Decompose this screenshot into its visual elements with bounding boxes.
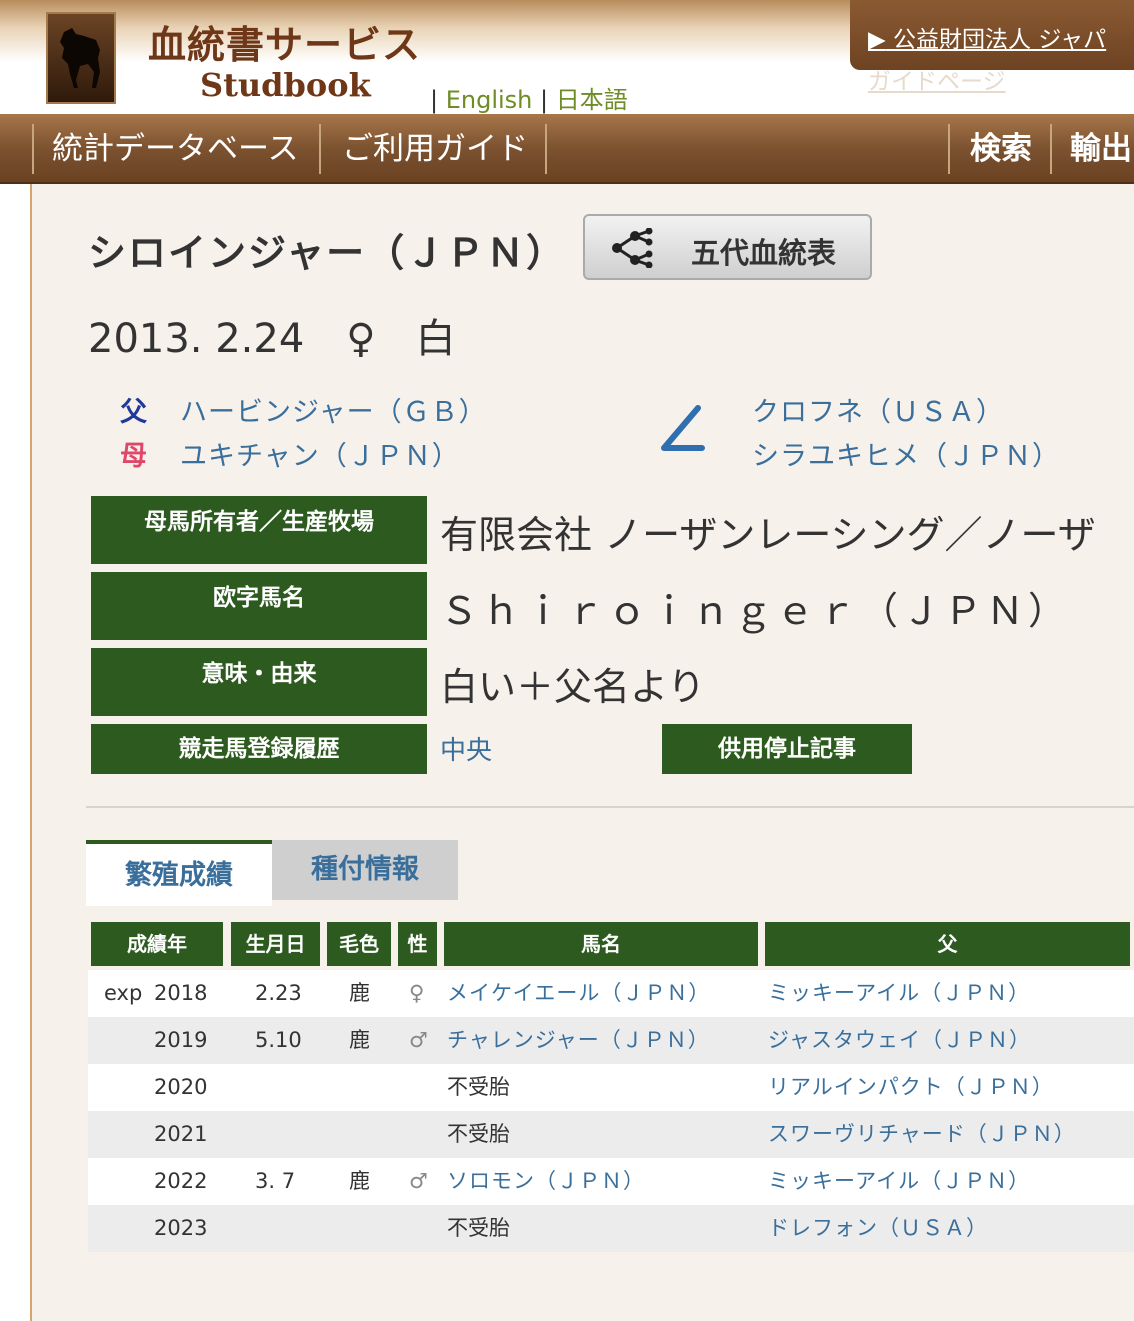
sire-label: 父 xyxy=(120,397,147,428)
row-sire-link[interactable]: ミッキーアイル（ＪＰＮ） xyxy=(768,970,1030,1017)
table-row: 2023 不受胎 ドレフォン（ＵＳＡ） xyxy=(88,1205,1134,1252)
col-header-birthdate: 生月日 xyxy=(231,922,320,966)
lang-english-link[interactable]: English xyxy=(446,86,533,114)
row-prefix: exp xyxy=(104,981,143,1005)
row-year: 2021 xyxy=(154,1122,208,1146)
row-sire-link[interactable]: ミッキーアイル（ＪＰＮ） xyxy=(768,1158,1030,1205)
dam-label: 母 xyxy=(120,441,147,472)
birth-date: 2013. 2.24 xyxy=(88,316,305,362)
row-horse-link[interactable]: ソロモン（ＪＰＮ） xyxy=(447,1158,645,1205)
nav-item-guide[interactable]: ご利用ガイド xyxy=(342,114,528,182)
horse-logo-icon[interactable] xyxy=(46,12,116,104)
sex-symbol: ♀ xyxy=(346,316,376,362)
row-birthdate: 3. 7 xyxy=(255,1169,296,1193)
broodmare-sire-angle-icon xyxy=(661,405,705,451)
sire-link[interactable]: ハービンジャー（ＧＢ） xyxy=(180,390,487,429)
row-birthdate: 2.23 xyxy=(255,981,302,1005)
english-name-value: Ｓｈｉｒｏｉｎｇｅｒ（ＪＰＮ） xyxy=(440,589,1071,633)
tab-breeding-record[interactable]: 繁殖成績 xyxy=(86,840,272,906)
meaning-origin-value: 白い＋父名より xyxy=(440,665,706,709)
nav-item-statistics[interactable]: 統計データベース xyxy=(52,114,298,182)
table-row: exp 2018 2.23 鹿 ♀ メイケイエール（ＪＰＮ） ミッキーアイル（Ｊ… xyxy=(88,970,1134,1017)
row-horse-name: 不受胎 xyxy=(447,1075,510,1099)
site-header: 血統書サービス Studbook | English | 日本語 ▶ 公益財団法… xyxy=(0,0,1134,114)
nav-divider xyxy=(1050,124,1052,174)
row-horse-link[interactable]: メイケイエール（ＪＰＮ） xyxy=(447,970,710,1017)
row-color: 鹿 xyxy=(349,1169,370,1193)
table-row: 2021 不受胎 スワーヴリチャード（ＪＰＮ） xyxy=(88,1111,1134,1158)
owner-breeder-label: 母馬所有者／生産牧場 xyxy=(91,496,427,564)
row-year: 2018 xyxy=(154,981,208,1005)
language-switcher: | English | 日本語 xyxy=(430,80,628,115)
row-year: 2022 xyxy=(154,1169,208,1193)
section-divider xyxy=(86,806,1134,808)
row-sire-link[interactable]: ジャスタウェイ（ＪＰＮ） xyxy=(768,1017,1031,1064)
stud-retirement-button[interactable]: 供用停止記事 xyxy=(662,724,912,774)
col-header-year: 成績年 xyxy=(91,922,223,966)
row-sire-link[interactable]: リアルインパクト（ＪＰＮ） xyxy=(768,1064,1054,1111)
owner-breeder-value: 有限会社 ノーザンレーシング／ノーザ xyxy=(440,513,1096,557)
row-year: 2020 xyxy=(154,1075,208,1099)
page-title: シロインジャー（ＪＰＮ） xyxy=(88,231,567,275)
nav-divider xyxy=(545,124,547,174)
nav-item-search[interactable]: 検索 xyxy=(970,114,1032,182)
lang-separator: | xyxy=(430,86,439,114)
external-link-guide[interactable]: ガイドページ xyxy=(868,62,1006,96)
row-birthdate: 5.10 xyxy=(255,1028,302,1052)
main-nav: 統計データベース ご利用ガイド 検索 輸出 xyxy=(0,114,1134,184)
row-sex: ♂ xyxy=(409,1169,428,1193)
nav-divider xyxy=(319,124,321,174)
row-year: 2023 xyxy=(154,1216,208,1240)
row-color: 鹿 xyxy=(349,981,370,1005)
meaning-origin-label: 意味・由来 xyxy=(91,648,427,716)
birth-info: 2013. 2.24 ♀ 白 xyxy=(88,306,456,364)
english-name-label: 欧字馬名 xyxy=(91,572,427,640)
col-header-horse-name: 馬名 xyxy=(444,922,758,966)
granddam-link[interactable]: シラユキヒメ（ＪＰＮ） xyxy=(752,434,1060,473)
col-header-sex: 性 xyxy=(398,922,437,966)
share-tree-icon xyxy=(612,228,653,268)
nav-item-export[interactable]: 輸出 xyxy=(1070,114,1132,182)
row-sire-link[interactable]: ドレフォン（ＵＳＡ） xyxy=(768,1205,988,1252)
row-horse-name: 不受胎 xyxy=(447,1216,510,1240)
external-link-jaiba[interactable]: ▶ 公益財団法人 ジャパ xyxy=(868,20,1106,54)
row-sex: ♀ xyxy=(409,981,425,1005)
row-horse-link[interactable]: チャレンジャー（ＪＰＮ） xyxy=(447,1017,710,1064)
damsire-link[interactable]: クロフネ（ＵＳＡ） xyxy=(752,390,1004,429)
lang-japanese-link[interactable]: 日本語 xyxy=(556,86,628,114)
nav-divider xyxy=(948,124,950,174)
col-header-color: 毛色 xyxy=(327,922,391,966)
row-sire-link[interactable]: スワーヴリチャード（ＪＰＮ） xyxy=(768,1111,1076,1158)
row-sex: ♂ xyxy=(409,1028,428,1052)
registration-history-label: 競走馬登録履歴 xyxy=(91,724,427,774)
dam-link[interactable]: ユキチャン（ＪＰＮ） xyxy=(180,434,460,473)
triangle-right-icon: ▶ xyxy=(868,27,886,53)
nav-divider xyxy=(32,124,34,174)
lang-separator: | xyxy=(540,86,549,114)
row-year: 2019 xyxy=(154,1028,208,1052)
coat-color: 白 xyxy=(415,316,456,362)
table-row: 2022 3. 7 鹿 ♂ ソロモン（ＪＰＮ） ミッキーアイル（ＪＰＮ） xyxy=(88,1158,1134,1205)
pedigree-button[interactable]: 五代血統表 xyxy=(583,214,872,280)
col-header-sire: 父 xyxy=(765,922,1130,966)
tab-mating-info[interactable]: 種付情報 xyxy=(272,840,458,900)
logo-title[interactable]: 血統書サービス xyxy=(148,14,421,69)
logo-subtitle[interactable]: Studbook xyxy=(200,66,371,104)
row-color: 鹿 xyxy=(349,1028,370,1052)
pedigree-button-label: 五代血統表 xyxy=(691,236,837,270)
external-link-label: 公益財団法人 ジャパ xyxy=(893,27,1107,53)
row-horse-name: 不受胎 xyxy=(447,1122,510,1146)
table-row: 2019 5.10 鹿 ♂ チャレンジャー（ＪＰＮ） ジャスタウェイ（ＪＰＮ） xyxy=(88,1017,1134,1064)
table-row: 2020 不受胎 リアルインパクト（ＪＰＮ） xyxy=(88,1064,1134,1111)
registration-history-value[interactable]: 中央 xyxy=(440,730,492,767)
